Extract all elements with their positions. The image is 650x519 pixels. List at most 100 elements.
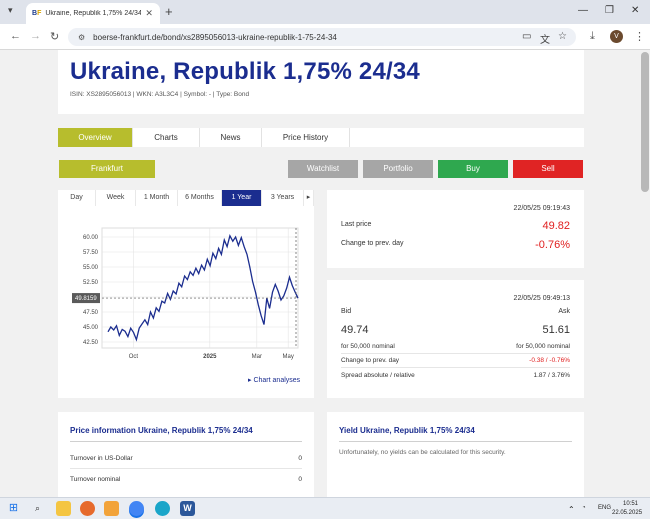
bid-change-label: Change to prev. day	[341, 357, 400, 364]
maximize-icon[interactable]: ❐	[605, 5, 614, 16]
translate-icon[interactable]: 文	[540, 31, 550, 46]
chart-range-tabs: Day Week 1 Month 6 Months 1 Year 3 Years…	[58, 190, 314, 206]
y-tick-label: 45.00	[83, 325, 99, 331]
range-6-months[interactable]: 6 Months	[178, 190, 222, 206]
new-tab-icon[interactable]: +	[165, 4, 173, 19]
range-1-year[interactable]: 1 Year	[222, 190, 262, 206]
avatar[interactable]: V	[610, 30, 623, 43]
y-tick-label: 57.50	[83, 250, 99, 256]
bid-value: 49.74	[341, 324, 369, 336]
language-indicator[interactable]: ENG	[598, 505, 611, 511]
turnover-usd-label: Turnover in US-Dollar	[70, 455, 133, 462]
portfolio-button[interactable]: Portfolio	[363, 160, 433, 178]
word-icon[interactable]: W	[180, 501, 195, 516]
yield-title: Yield Ukraine, Republik 1,75% 24/34	[339, 426, 475, 435]
clock-date[interactable]: 22.05.2025	[612, 510, 642, 516]
spread-label: Spread absolute / relative	[341, 372, 415, 379]
yield-message: Unfortunately, no yields can be calculat…	[339, 449, 506, 456]
page-content: Ukraine, Republik 1,75% 24/34 ISIN: XS28…	[0, 50, 650, 497]
file-explorer-icon[interactable]	[56, 501, 71, 516]
last-price-timestamp: 22/05/25 09:19:43	[513, 205, 570, 212]
sell-button[interactable]: Sell	[513, 160, 583, 178]
tab-charts[interactable]: Charts	[133, 128, 200, 147]
price-series-line	[107, 234, 299, 342]
watchlist-button[interactable]: Watchlist	[288, 160, 358, 178]
last-price-value: 49.82	[542, 220, 570, 232]
more-menu-icon[interactable]: ⋮	[634, 30, 645, 43]
turnover-nominal-label: Turnover nominal	[70, 476, 121, 483]
ask-nominal: for 50,000 nominal	[516, 343, 570, 350]
divider	[70, 468, 302, 469]
range-3-years[interactable]: 3 Years	[262, 190, 304, 206]
tab-price-history[interactable]: Price History	[262, 128, 350, 147]
back-icon[interactable]: ←	[10, 30, 21, 42]
range-1-month[interactable]: 1 Month	[136, 190, 178, 206]
bid-nominal: for 50,000 nominal	[341, 343, 395, 350]
forward-icon[interactable]: →	[30, 30, 41, 42]
firefox-icon[interactable]	[80, 501, 95, 516]
chart-panel: Day Week 1 Month 6 Months 1 Year 3 Years…	[58, 190, 314, 398]
exchange-select-button[interactable]: Frankfurt	[59, 160, 155, 178]
divider	[70, 441, 302, 442]
bookmark-star-icon[interactable]: ☆	[558, 31, 567, 42]
chrome-icon[interactable]	[129, 501, 144, 516]
edge-icon[interactable]	[155, 501, 170, 516]
bid-ask-timestamp: 22/05/25 09:49:13	[513, 295, 570, 302]
tab-list-icon[interactable]: ▾	[8, 5, 13, 16]
spread-value: 1.87 / 3.76%	[533, 372, 571, 379]
y-tick-label: 60.00	[83, 235, 99, 241]
buy-button[interactable]: Buy	[438, 160, 508, 178]
tab-overview[interactable]: Overview	[58, 128, 133, 147]
security-meta: ISIN: XS2895056013 | WKN: A3L3C4 | Symbo…	[70, 91, 250, 98]
price-chart: 60.0057.5055.0052.5050.0047.5045.0042.50…	[72, 227, 299, 360]
page-title: Ukraine, Republik 1,75% 24/34	[70, 58, 420, 85]
chart-analyses-link[interactable]: ▸ Chart analyses	[248, 376, 300, 384]
site-info-icon[interactable]: ⚙	[78, 33, 85, 42]
price-info-title: Price information Ukraine, Republik 1,75…	[70, 426, 253, 435]
windows-start-icon[interactable]: ⊞	[6, 501, 21, 516]
close-window-icon[interactable]: ✕	[631, 5, 639, 16]
divider	[341, 353, 570, 354]
bid-ask-panel: 22/05/25 09:49:13 Bid Ask 49.74 51.61 fo…	[327, 280, 584, 398]
search-icon[interactable]: ⌕	[30, 501, 45, 516]
turnover-usd-value: 0	[298, 455, 302, 462]
network-icon[interactable]: ◔	[582, 505, 586, 511]
current-value-label: 49.8159	[75, 296, 97, 302]
change-value: -0.76%	[535, 239, 570, 251]
download-icon[interactable]: ⤓	[590, 30, 595, 43]
turnover-nominal-value: 0	[298, 476, 302, 483]
ask-value: 51.61	[542, 324, 570, 336]
tray-chevron-icon[interactable]: ⌃	[568, 505, 575, 514]
x-tick-label: Mar	[252, 354, 262, 360]
x-tick-label: Oct	[129, 354, 139, 360]
ask-label: Ask	[558, 308, 570, 315]
close-tab-icon[interactable]: ✕	[145, 8, 153, 19]
bid-label: Bid	[341, 308, 352, 315]
page-scrollbar[interactable]	[640, 50, 650, 497]
y-tick-label: 55.00	[83, 265, 99, 271]
chart-analyses-label: Chart analyses	[253, 377, 301, 384]
app-icon[interactable]	[104, 501, 119, 516]
range-next-icon[interactable]: ▸	[304, 190, 314, 206]
range-week[interactable]: Week	[96, 190, 136, 206]
security-header: Ukraine, Republik 1,75% 24/34 ISIN: XS28…	[58, 50, 584, 114]
yield-panel: Yield Ukraine, Republik 1,75% 24/34 Unfo…	[327, 412, 584, 497]
browser-tab-bar: ▾ BF Ukraine, Republik 1,75% 24/34 Bo ✕ …	[0, 0, 650, 24]
browser-tab[interactable]: BF Ukraine, Republik 1,75% 24/34 Bo ✕	[26, 3, 160, 24]
site-favicon-icon: BF	[32, 10, 42, 17]
minimize-icon[interactable]: —	[578, 5, 588, 16]
y-tick-label: 47.50	[83, 310, 99, 316]
section-tabs: Overview Charts News Price History	[58, 128, 584, 147]
reload-icon[interactable]: ↻	[50, 30, 59, 43]
range-day[interactable]: Day	[58, 190, 96, 206]
browser-toolbar: ← → ↻ ⚙ boerse-frankfurt.de/bond/xs28950…	[0, 24, 650, 50]
tab-title: Ukraine, Republik 1,75% 24/34 Bo	[45, 10, 142, 17]
tab-news[interactable]: News	[200, 128, 262, 147]
divider	[341, 367, 570, 368]
y-tick-label: 52.50	[83, 280, 99, 286]
scrollbar-thumb[interactable]	[641, 52, 649, 192]
address-bar[interactable]: ⚙ boerse-frankfurt.de/bond/xs2895056013-…	[68, 28, 576, 46]
price-info-panel: Price information Ukraine, Republik 1,75…	[58, 412, 314, 497]
cast-icon[interactable]: ▭	[522, 31, 531, 42]
clock-time[interactable]: 10:51	[623, 501, 638, 507]
